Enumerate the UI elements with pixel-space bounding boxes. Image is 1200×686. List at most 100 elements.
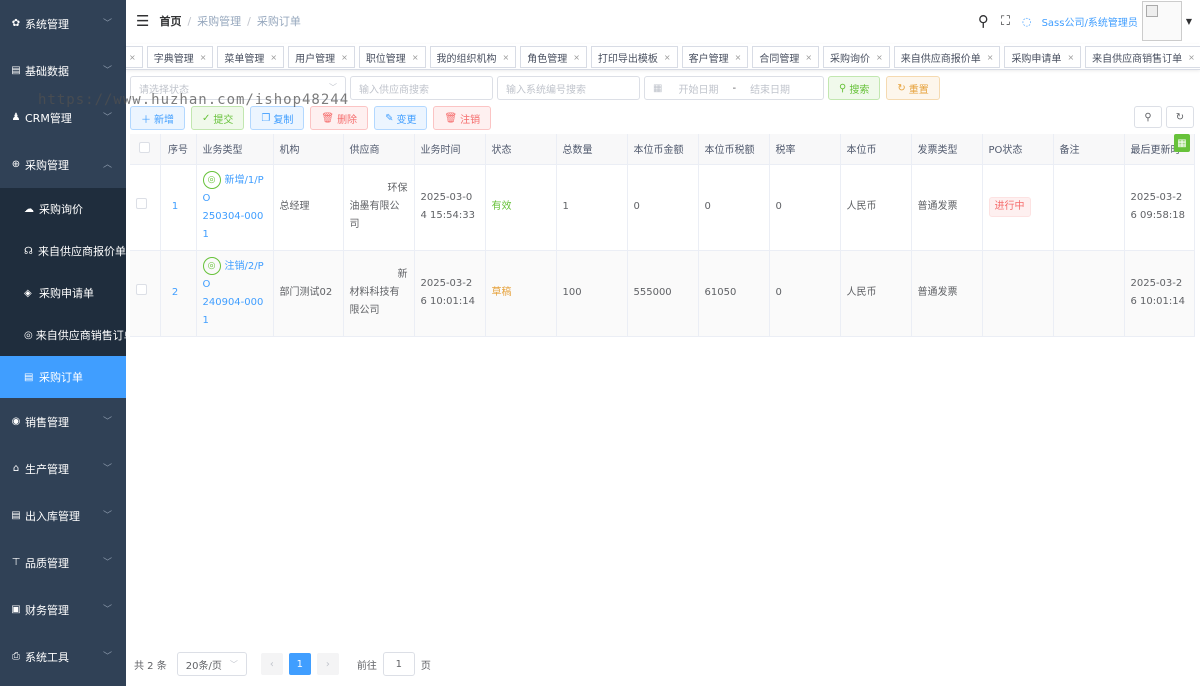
- globe-icon: ⊕: [11, 159, 21, 170]
- sidebar-item-purchase-request[interactable]: ◈ 采购申请单: [0, 272, 126, 314]
- col-header: 税率: [769, 134, 841, 165]
- user-name[interactable]: Sass公司/系统管理员: [1042, 14, 1138, 29]
- sidebar-item-purchase[interactable]: ⊕ 采购管理 ︿: [0, 141, 126, 188]
- reset-button[interactable]: ↻ 重置: [886, 76, 940, 100]
- close-icon[interactable]: ×: [1067, 53, 1074, 62]
- breadcrumb-purchase[interactable]: 采购管理: [197, 13, 241, 29]
- sidebar-item-basic-data[interactable]: ▤ 基础数据 ﹀: [0, 47, 126, 94]
- add-button[interactable]: ＋新增: [130, 106, 185, 130]
- tag-11[interactable]: 采购申请单 ×: [1004, 46, 1082, 68]
- col-header: 供应商: [343, 134, 415, 165]
- row-remark: [1053, 164, 1125, 251]
- close-icon[interactable]: ×: [805, 53, 812, 62]
- sidebar-item-warehouse[interactable]: ▤ 出入库管理 ﹀: [0, 492, 126, 539]
- navbar: ☰ 首页 / 采购管理 / 采购订单 ⚲ ⛶ ◌ Sass公司/系统管理员 ▼: [126, 0, 1200, 42]
- tag-10[interactable]: 来自供应商报价单 ×: [893, 46, 1001, 68]
- caret-down-icon[interactable]: ▼: [1186, 17, 1192, 26]
- tag-7[interactable]: 客户管理 ×: [681, 46, 749, 68]
- select-all-checkbox[interactable]: [130, 134, 161, 165]
- toggle-search-button[interactable]: ⚲: [1134, 106, 1162, 128]
- row-org: 部门测试02: [273, 250, 344, 337]
- search-button[interactable]: ⚲ 搜索: [828, 76, 881, 100]
- row-checkbox[interactable]: [130, 250, 161, 337]
- navbar-right: ⚲ ⛶ ◌ Sass公司/系统管理员 ▼: [972, 0, 1200, 42]
- tag-8[interactable]: 合同管理 ×: [752, 46, 820, 68]
- chevron-down-icon: ﹀: [102, 417, 112, 427]
- row-invoice: 普通发票: [911, 164, 983, 251]
- close-icon[interactable]: ×: [876, 53, 883, 62]
- close-icon[interactable]: ×: [573, 53, 580, 62]
- tag-9[interactable]: 采购询价 ×: [823, 46, 890, 68]
- submit-button[interactable]: ✓ 提交: [191, 106, 245, 130]
- next-page-button[interactable]: ›: [316, 653, 339, 675]
- tag-5[interactable]: 角色管理 ×: [520, 46, 587, 68]
- home-icon: ⌂: [12, 463, 20, 474]
- prev-page-button[interactable]: ‹: [260, 653, 283, 675]
- close-icon[interactable]: ×: [735, 53, 742, 62]
- eye-icon[interactable]: ◎: [202, 170, 221, 189]
- close-icon[interactable]: ×: [1188, 53, 1195, 62]
- tag-partial[interactable]: ×: [126, 46, 143, 68]
- delete-button[interactable]: 🗑 删除: [310, 106, 369, 130]
- row-type[interactable]: ◎ 注销/2/PO 240904-0001: [196, 250, 274, 337]
- trash-icon: 🗑: [321, 112, 335, 124]
- refresh-button[interactable]: ↻: [1166, 106, 1194, 128]
- tag-3[interactable]: 职位管理 ×: [358, 46, 426, 68]
- sidebar-item-system-tools[interactable]: ⎙ 系统工具 ﹀: [0, 633, 126, 680]
- row-amount: 555000: [627, 250, 699, 337]
- tags-view: × 字典管理 × 菜单管理 × 用户管理 × 职位管理 × 我的组织机构 × 角色管理 × 打印导出模板…: [126, 44, 1200, 70]
- tag-4[interactable]: 我的组织机构 ×: [429, 46, 517, 68]
- sysno-search-input[interactable]: 输入系统编号搜索: [497, 76, 640, 100]
- wechat-icon: ☁: [24, 203, 34, 215]
- chat-icon[interactable]: ◌: [1022, 15, 1032, 28]
- breadcrumb-home[interactable]: 首页: [159, 13, 181, 29]
- chevron-down-icon: ﹀: [329, 83, 337, 92]
- close-icon[interactable]: ×: [129, 53, 136, 62]
- sidebar-item-crm[interactable]: ♟ CRM管理 ﹀: [0, 94, 126, 141]
- page-number-current[interactable]: 1: [288, 653, 311, 675]
- fullscreen-icon[interactable]: ⛶: [1001, 14, 1010, 29]
- status-select[interactable]: 请选择状态 ﹀: [130, 76, 346, 100]
- cancel-button[interactable]: 🗑 注销: [433, 106, 492, 130]
- eye-icon[interactable]: ◎: [202, 256, 221, 275]
- search-icon[interactable]: ⚲: [978, 12, 989, 30]
- goto-page-input[interactable]: 1: [382, 652, 415, 676]
- close-icon[interactable]: ×: [503, 53, 510, 62]
- tag-2[interactable]: 用户管理 ×: [288, 46, 355, 68]
- table-header-row: 序号 业务类型 机构 供应商 业务时间 状态 总数量 本位币金额 本位币税额 税…: [130, 134, 1195, 165]
- avatar[interactable]: [1141, 1, 1182, 41]
- search-icon: ⚲: [1144, 111, 1152, 123]
- grid-icon[interactable]: ▦: [1174, 134, 1190, 152]
- sidebar-item-sales[interactable]: ◉ 销售管理 ﹀: [0, 398, 126, 445]
- close-icon[interactable]: ×: [341, 53, 348, 62]
- table-row[interactable]: 1 ◎ 新增/1/PO 250304-0001 总经理 环保 油墨有限公司 2025-…: [130, 164, 1195, 251]
- print-icon: ⎙: [12, 651, 20, 662]
- sidebar-item-supplier-quote[interactable]: ☊ 来自供应商报价单: [0, 230, 126, 272]
- close-icon[interactable]: ×: [412, 53, 419, 62]
- change-button[interactable]: ✎ 变更: [374, 106, 428, 130]
- table-row[interactable]: 2 ◎ 注销/2/PO 240904-0001 部门测试02 新材料科技有限公司 2…: [130, 250, 1195, 337]
- sidebar-item-finance[interactable]: ▣ 财务管理 ﹀: [0, 586, 126, 633]
- sidebar-item-purchase-order[interactable]: ▤ 采购订单: [0, 356, 126, 398]
- copy-button[interactable]: ❐ 复制: [250, 106, 305, 130]
- row-supplier: 新材料科技有限公司: [343, 250, 415, 337]
- supplier-search-input[interactable]: 输入供应商搜索: [350, 76, 493, 100]
- close-icon[interactable]: ×: [270, 53, 277, 62]
- sidebar-item-quality[interactable]: ⊤ 品质管理 ﹀: [0, 539, 126, 586]
- close-icon[interactable]: ×: [987, 53, 994, 62]
- row-type[interactable]: ◎ 新增/1/PO 250304-0001: [196, 164, 274, 251]
- tag-12[interactable]: 来自供应商销售订单 ×: [1085, 46, 1200, 68]
- date-range-picker[interactable]: ▦ 开始日期 - 结束日期: [644, 76, 824, 100]
- tag-0[interactable]: 字典管理 ×: [146, 46, 214, 68]
- sidebar-item-purchase-inquiry[interactable]: ☁ 采购询价: [0, 188, 126, 230]
- hamburger-icon[interactable]: ☰: [136, 12, 149, 30]
- sidebar-item-production[interactable]: ⌂ 生产管理 ﹀: [0, 445, 126, 492]
- row-checkbox[interactable]: [130, 164, 161, 251]
- sidebar-item-supplier-sales-order[interactable]: ◎ 来自供应商销售订单: [0, 314, 126, 356]
- close-icon[interactable]: ×: [664, 53, 671, 62]
- tag-1[interactable]: 菜单管理 ×: [217, 46, 285, 68]
- close-icon[interactable]: ×: [200, 53, 207, 62]
- sidebar-item-system[interactable]: ✿ 系统管理 ﹀: [0, 0, 126, 47]
- tag-6[interactable]: 打印导出模板 ×: [590, 46, 678, 68]
- page-size-select[interactable]: 20条/页 ﹀: [176, 652, 247, 676]
